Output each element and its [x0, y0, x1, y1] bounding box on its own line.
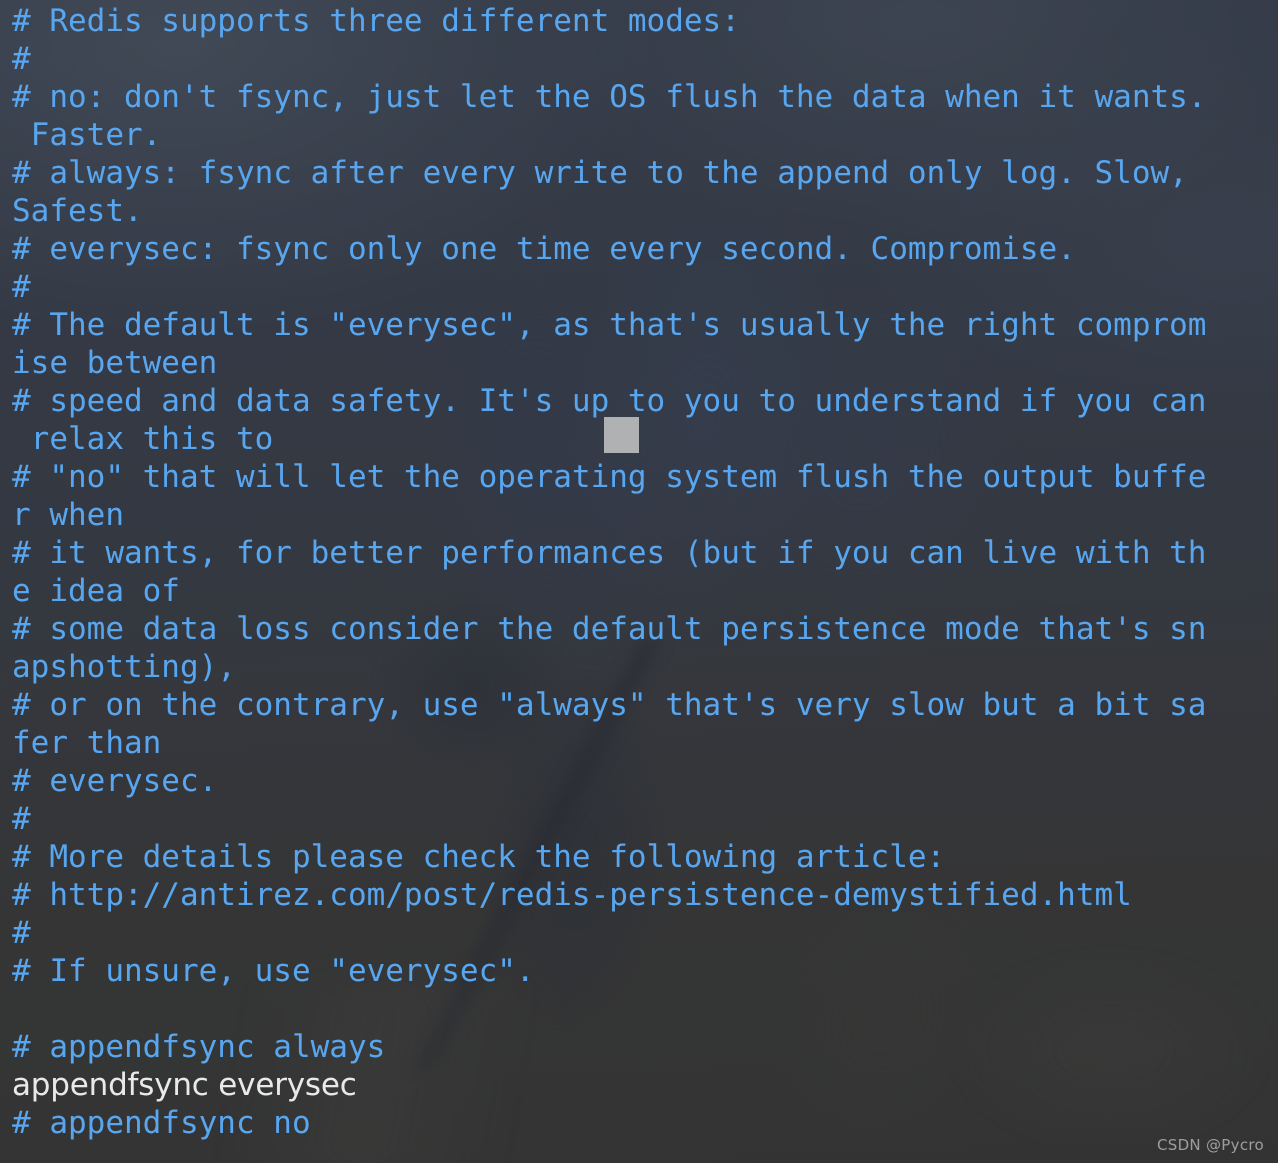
code-line[interactable]: # no: don't fsync, just let the OS flush… [12, 78, 1268, 116]
text-cursor [604, 417, 639, 453]
code-line[interactable]: # appendfsync no [12, 1104, 1268, 1142]
code-line[interactable]: # [12, 800, 1268, 838]
code-line[interactable]: e idea of [12, 572, 1268, 610]
code-line[interactable]: fer than [12, 724, 1268, 762]
code-line[interactable]: # some data loss consider the default pe… [12, 610, 1268, 648]
code-line[interactable]: # [12, 914, 1268, 952]
code-line[interactable]: # "no" that will let the operating syste… [12, 458, 1268, 496]
code-line[interactable]: # everysec. [12, 762, 1268, 800]
code-line[interactable]: # [12, 40, 1268, 78]
code-line[interactable] [12, 990, 1268, 1028]
code-line[interactable]: # everysec: fsync only one time every se… [12, 230, 1268, 268]
code-line[interactable]: # Redis supports three different modes: [12, 2, 1268, 40]
code-line[interactable]: # speed and data safety. It's up to you … [12, 382, 1268, 420]
code-line[interactable]: # More details please check the followin… [12, 838, 1268, 876]
code-line[interactable]: Safest. [12, 192, 1268, 230]
code-line[interactable]: # [12, 268, 1268, 306]
code-line[interactable]: # http://antirez.com/post/redis-persiste… [12, 876, 1268, 914]
code-line[interactable]: # or on the contrary, use "always" that'… [12, 686, 1268, 724]
code-line[interactable]: relax this to [12, 420, 1268, 458]
code-line-active[interactable]: appendfsync everysec [12, 1066, 1268, 1104]
code-text-area[interactable]: # Redis supports three different modes: #… [0, 0, 1278, 1163]
code-line[interactable]: # The default is "everysec", as that's u… [12, 306, 1268, 344]
terminal-window[interactable]: # Redis supports three different modes: #… [0, 0, 1278, 1163]
code-line[interactable]: r when [12, 496, 1268, 534]
code-line[interactable]: apshotting), [12, 648, 1268, 686]
code-line[interactable]: # always: fsync after every write to the… [12, 154, 1268, 192]
code-line[interactable]: Faster. [12, 116, 1268, 154]
code-line[interactable]: # it wants, for better performances (but… [12, 534, 1268, 572]
code-line[interactable]: # If unsure, use "everysec". [12, 952, 1268, 990]
code-line[interactable]: ise between [12, 344, 1268, 382]
watermark: CSDN @Pycro [1156, 1136, 1264, 1154]
code-line[interactable]: # appendfsync always [12, 1028, 1268, 1066]
